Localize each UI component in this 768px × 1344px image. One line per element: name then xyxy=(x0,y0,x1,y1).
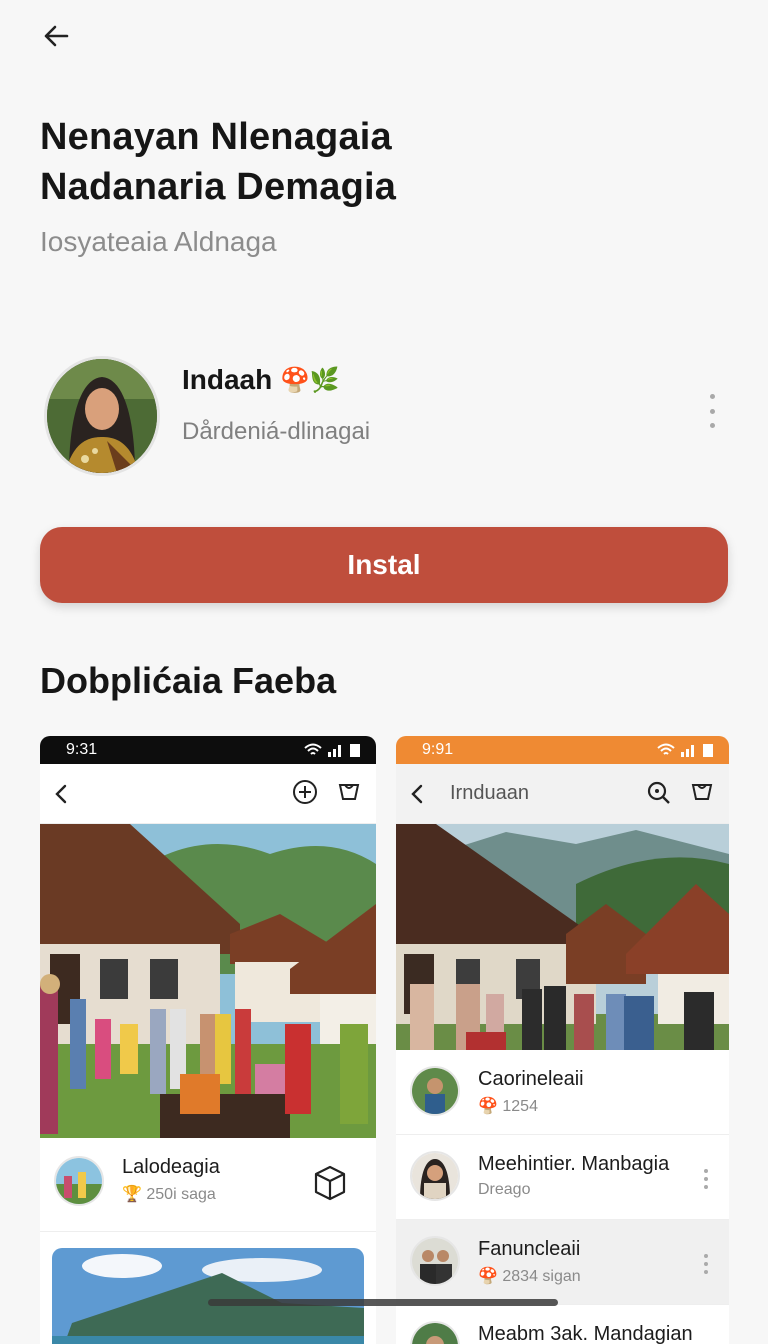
mushroom-icon: 🍄 xyxy=(478,1268,498,1285)
status-bar: 9:31 xyxy=(40,736,376,764)
list-item-avatar xyxy=(410,1066,460,1116)
trophy-icon: 🏆 xyxy=(122,1186,142,1203)
list-item[interactable]: Meehintier. Manbagia Dreago xyxy=(396,1135,729,1220)
kebab-dot-icon xyxy=(709,408,715,414)
list-item-title: Caorineleaii xyxy=(478,1068,584,1090)
mushroom-icon: 🍄 xyxy=(478,1098,498,1115)
list-item-more-button[interactable] xyxy=(703,1254,709,1274)
bag-icon[interactable] xyxy=(336,779,362,805)
wifi-icon xyxy=(304,743,322,755)
arrow-left-icon xyxy=(44,25,69,47)
list-item-meta-text: 2834 sigan xyxy=(502,1268,581,1285)
bag-icon[interactable] xyxy=(689,779,715,805)
card-meta: 🏆 250i saga xyxy=(122,1184,216,1204)
kebab-dot-icon xyxy=(709,423,715,428)
screenshot-preview-left[interactable]: 9:31 Lalodeagia 🏆 250i saga xyxy=(40,736,376,1344)
add-circle-icon[interactable] xyxy=(292,779,318,805)
chevron-left-icon[interactable] xyxy=(50,782,74,806)
search-icon[interactable] xyxy=(645,779,671,805)
card-meta-text: 250i saga xyxy=(146,1186,216,1203)
app-navbar: Irnduaan xyxy=(396,764,729,824)
wifi-icon xyxy=(657,743,675,755)
signal-icon xyxy=(328,745,341,757)
back-button[interactable] xyxy=(38,18,74,54)
signal-icon xyxy=(681,745,694,757)
list-item-meta: 🍄 1254 xyxy=(478,1096,538,1116)
status-bar: 9:91 xyxy=(396,736,729,764)
recipe-card[interactable]: Lalodeagia 🏆 250i saga xyxy=(40,1138,376,1232)
list-item-title: Meabm 3ak. Mandagian xyxy=(478,1323,693,1344)
author-handle: Dårdeniá-dlinagai xyxy=(182,418,371,445)
list-item-title: Meehintier. Manbagia xyxy=(478,1153,670,1175)
list-item-meta: Dreago xyxy=(478,1181,531,1198)
app-nav-title: Irnduaan xyxy=(450,782,529,804)
list-item[interactable]: Fanuncleaii 🍄 2834 sigan xyxy=(396,1220,729,1305)
author-row[interactable]: Indaah 🍄🌿 Dårdeniá-dlinagai xyxy=(44,356,734,480)
second-card-photo[interactable] xyxy=(40,1232,376,1344)
author-avatar[interactable] xyxy=(44,356,160,476)
page-title-line-2: Nadanaria Demagia xyxy=(40,166,397,208)
list-item-meta: 🍄 2834 sigan xyxy=(478,1266,581,1286)
more-options-button[interactable] xyxy=(704,394,720,428)
list-item[interactable]: Meabm 3ak. Mandagian xyxy=(396,1305,729,1344)
home-indicator xyxy=(208,1299,558,1306)
page-title: Nenayan Nlenagaia Nadanaria Demagia xyxy=(40,112,600,212)
status-icons xyxy=(657,743,715,757)
kebab-dot-icon xyxy=(709,394,715,399)
list-item-more-button[interactable] xyxy=(703,1169,709,1189)
list-item-meta-text: 1254 xyxy=(502,1098,538,1115)
village-gathering-photo xyxy=(40,824,376,1138)
author-emoji-badge: 🍄🌿 xyxy=(280,367,340,394)
list-item-avatar xyxy=(410,1236,460,1286)
page-title-line-1: Nenayan Nlenagaia xyxy=(40,116,392,158)
card-avatar xyxy=(54,1156,104,1206)
list-item-avatar xyxy=(410,1321,460,1344)
village-gathering-photo xyxy=(396,824,729,1050)
status-icons xyxy=(304,743,362,757)
list-item-title: Fanuncleaii xyxy=(478,1238,581,1260)
chevron-left-icon[interactable] xyxy=(406,782,430,806)
author-name[interactable]: Indaah xyxy=(182,364,272,396)
card-title: Lalodeagia xyxy=(122,1156,220,1178)
section-title: Dobplićaia Faeba xyxy=(40,660,337,701)
list-item-avatar xyxy=(410,1151,460,1201)
status-time: 9:91 xyxy=(422,741,454,758)
box-icon[interactable] xyxy=(310,1162,350,1202)
battery-icon xyxy=(350,744,360,757)
screenshot-preview-right[interactable]: 9:91 Irnduaan Caorineleaii 🍄 1254 Meehin… xyxy=(396,736,729,1344)
install-button[interactable]: Instal xyxy=(40,527,728,603)
app-navbar xyxy=(40,764,376,824)
page-subtitle: Iosyateaia Aldnaga xyxy=(40,226,277,257)
status-time: 9:31 xyxy=(66,741,98,758)
list-item[interactable]: Caorineleaii 🍄 1254 xyxy=(396,1050,729,1135)
battery-icon xyxy=(703,744,713,757)
